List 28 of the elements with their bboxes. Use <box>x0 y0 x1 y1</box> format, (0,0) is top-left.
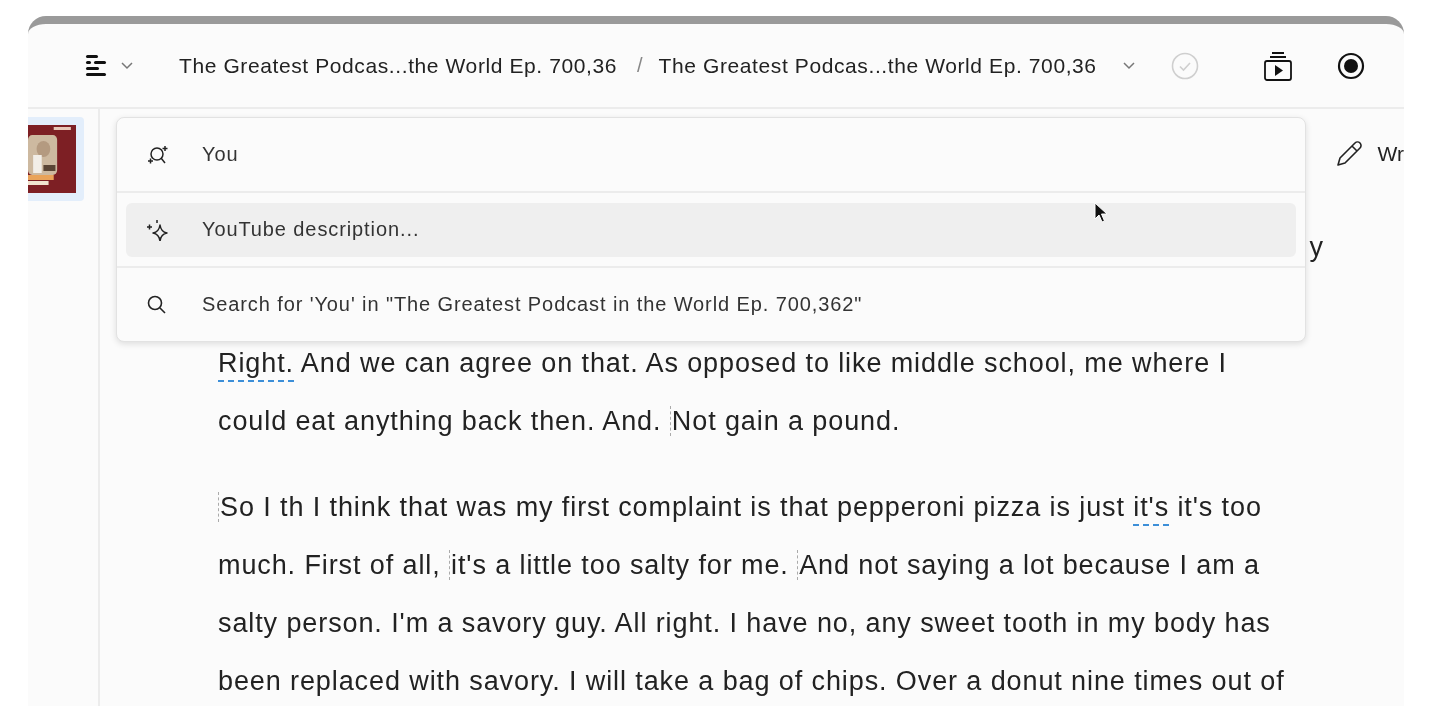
menu-item[interactable]: YouTube description... <box>126 202 1296 257</box>
breadcrumb[interactable]: The Greatest Podcas...the World Ep. 700,36 <box>179 53 618 78</box>
menu-item[interactable]: You <box>126 127 1296 182</box>
transcript-line: much. First of all, it's a little too salty for me. And not saying a lot because I am a <box>218 549 1260 581</box>
pencil-icon <box>1334 140 1363 168</box>
record-icon <box>1336 51 1365 80</box>
play-stack-icon <box>1262 50 1293 81</box>
thumbnail-item[interactable] <box>28 117 84 201</box>
chevron-icon <box>121 61 133 70</box>
menu-icon <box>85 54 107 77</box>
breadcrumb[interactable]: The Greatest Podcas...the World Ep. 700,36 <box>658 53 1097 78</box>
chevron-icon <box>1122 61 1135 70</box>
transcript-line: could eat anything back then. And. Not gain a pound. <box>218 405 901 437</box>
transcript-line: So I th I think that was my first complaint is that pepperoni pizza is just it's it's too <box>218 491 1262 523</box>
search-icon <box>146 293 168 316</box>
breadcrumb-separator: / <box>637 54 643 77</box>
play-button[interactable] <box>1262 50 1293 81</box>
cursor-icon <box>1094 202 1108 224</box>
menu-item[interactable]: Search for 'You' in "The Greatest Podcast in the World Ep. 700,362" <box>126 277 1296 332</box>
sparkle-icon <box>146 218 168 241</box>
menu-button[interactable] <box>85 54 133 77</box>
write-button[interactable]: Wr <box>1334 140 1404 168</box>
transcript-line: y <box>1309 231 1324 263</box>
transcript-line: salty person. I'm a savory guy. All right. I have no, any sweet tooth in my body has <box>218 607 1271 639</box>
add-speaker-icon <box>146 143 168 166</box>
record-button[interactable] <box>1336 51 1365 80</box>
transcript-line: Right. And we can agree on that. As opposed to like middle school, me where I <box>218 347 1227 379</box>
transcript-line: been replaced with savory. I will take a bag of chips. Over a donut nine times out of <box>218 665 1285 697</box>
